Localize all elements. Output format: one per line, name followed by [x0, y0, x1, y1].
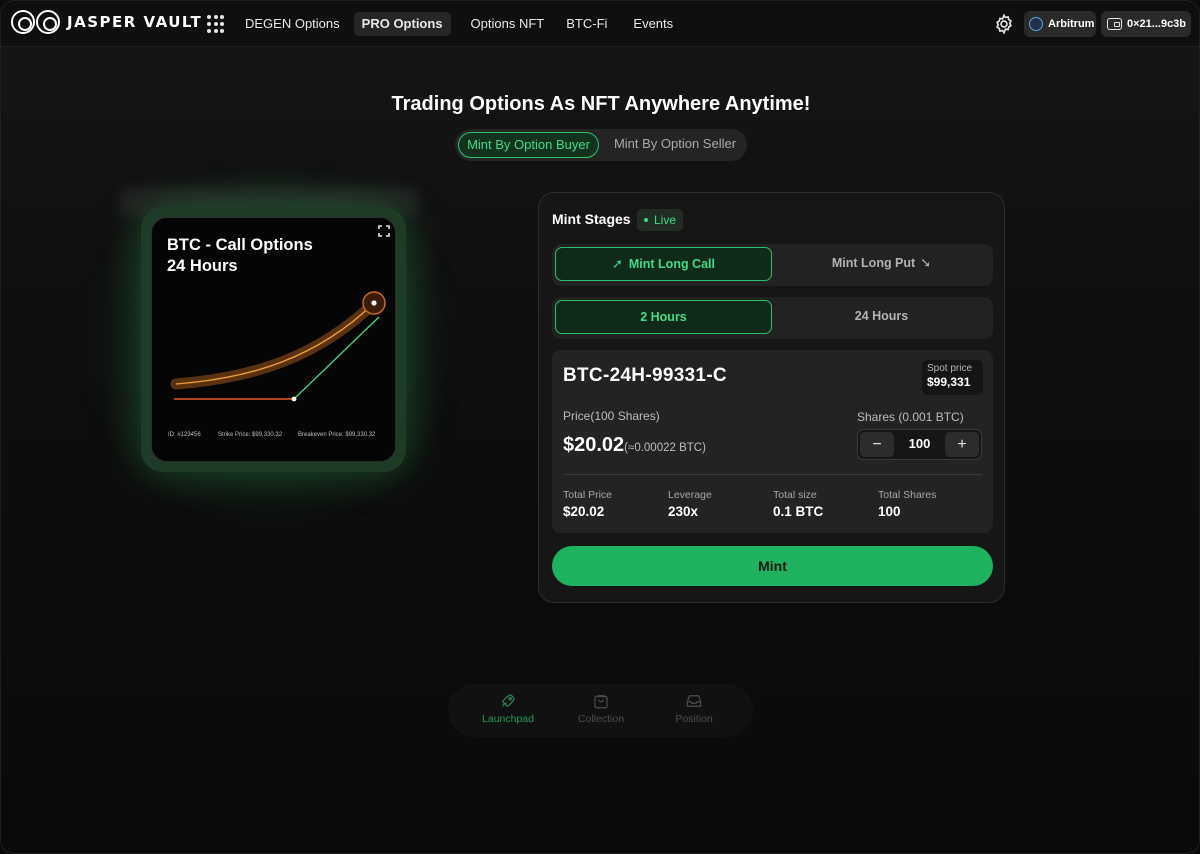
nav-btc-fi[interactable]: BTC-Fi	[558, 12, 615, 36]
decrement-button[interactable]: −	[860, 432, 894, 457]
option-nft-card: BTC - Call Options 24 Hours ID: #123456 …	[141, 207, 406, 472]
shares-stepper: − 100 +	[857, 429, 982, 460]
stat-label: Total Shares	[878, 489, 937, 501]
mint-button[interactable]: Mint	[552, 546, 993, 586]
spot-price-value: $99,331	[927, 375, 971, 389]
app-window: JASPER VAULT DEGEN Options PRO Options O…	[0, 0, 1200, 854]
stat-value: $20.02	[563, 504, 605, 519]
mint-long-put-button[interactable]: Mint Long Put ➘	[773, 247, 990, 281]
info-divider	[563, 474, 982, 475]
option-symbol: BTC-24H-99331-C	[563, 365, 727, 386]
dock-label: Launchpad	[482, 713, 534, 725]
live-badge: Live	[637, 209, 683, 231]
bottom-dock: Launchpad Collection Position	[448, 684, 753, 737]
payoff-curve	[175, 302, 375, 385]
increment-button[interactable]: +	[945, 432, 979, 457]
dock-label: Collection	[577, 713, 625, 725]
payoff-curve-glow	[170, 297, 380, 390]
strike-point	[291, 396, 297, 402]
settings-gear-icon[interactable]	[993, 13, 1015, 35]
mint-mode-switch: Mint By Option Buyer Mint By Option Sell…	[455, 129, 747, 161]
bag-icon	[594, 695, 608, 709]
stat-total-shares: Total Shares 100	[878, 489, 936, 519]
mint-long-call-label: Mint Long Call	[628, 257, 715, 271]
nft-title-line1: BTC - Call Options	[167, 236, 313, 254]
nav-degen-options[interactable]: DEGEN Options	[237, 12, 348, 36]
shares-input[interactable]: 100	[894, 436, 945, 451]
nft-id: ID: #123456	[168, 432, 201, 438]
arrow-up-icon: ➚	[611, 256, 623, 271]
price-display: $20.02(≈0.00022 BTC)	[563, 434, 706, 457]
inbox-icon	[686, 695, 702, 707]
shares-label: Shares (0.001 BTC)	[857, 410, 964, 424]
mint-long-put-label: Mint Long Put	[831, 256, 916, 270]
stat-total-size: Total size 0.1 BTC	[773, 489, 823, 519]
nav-pro-options[interactable]: PRO Options	[353, 12, 451, 36]
wallet-button[interactable]: 0×21...9c3b	[1101, 11, 1191, 37]
stat-label: Total Price	[563, 489, 613, 501]
duration-24h-button[interactable]: 24 Hours	[773, 300, 990, 334]
mint-stages-label: Mint Stages	[552, 211, 631, 227]
price-label: Price(100 Shares)	[563, 409, 660, 423]
nft-breakeven-price: Breakeven Price: $99,330.32	[298, 432, 376, 438]
mode-option-seller[interactable]: Mint By Option Seller	[605, 132, 745, 158]
brand-logo[interactable]: JASPER VAULT	[11, 10, 202, 34]
direction-toggle: ➚ Mint Long Call Mint Long Put ➘	[552, 244, 993, 286]
stat-value: 0.1 BTC	[773, 504, 824, 519]
duration-toggle: 2 Hours 24 Hours	[552, 297, 993, 339]
dock-launchpad[interactable]: Launchpad	[468, 692, 548, 725]
apps-grid-icon[interactable]	[207, 15, 224, 34]
rocket-icon	[502, 694, 515, 707]
stat-leverage: Leverage 230x	[668, 489, 712, 519]
main-nav: DEGEN Options PRO Options Options NFT BT…	[237, 12, 681, 36]
stat-label: Leverage	[668, 489, 712, 501]
stat-value: 100	[878, 504, 901, 519]
dock-position[interactable]: Position	[654, 692, 734, 725]
dock-collection[interactable]: Collection	[561, 692, 641, 725]
logo-mark-icon	[11, 10, 60, 34]
network-selector[interactable]: Arbitrum	[1024, 11, 1096, 37]
dock-label: Position	[675, 713, 713, 725]
arrow-down-icon: ➘	[920, 255, 932, 270]
duration-2h-button[interactable]: 2 Hours	[555, 300, 772, 334]
top-bar: JASPER VAULT DEGEN Options PRO Options O…	[1, 1, 1199, 47]
mint-long-call-button[interactable]: ➚ Mint Long Call	[555, 247, 772, 281]
nft-card-title: BTC - Call Options 24 Hours	[167, 235, 313, 277]
brand-name: JASPER VAULT	[67, 13, 203, 31]
network-name: Arbitrum	[1048, 18, 1095, 30]
mode-option-buyer[interactable]: Mint By Option Buyer	[458, 132, 599, 158]
nft-strike-price: Strike Price: $99,330.32	[218, 432, 283, 438]
spot-price-label: Spot price	[927, 363, 973, 374]
stat-value: 230x	[668, 504, 699, 519]
nav-options-nft[interactable]: Options NFT	[463, 12, 553, 36]
stat-label: Total size	[773, 489, 817, 501]
nft-card-face: BTC - Call Options 24 Hours ID: #123456 …	[151, 217, 396, 462]
option-info-box: BTC-24H-99331-C Spot price $99,331 Price…	[552, 350, 993, 533]
price-btc: (≈0.00022 BTC)	[624, 442, 706, 454]
expand-icon[interactable]	[378, 225, 390, 237]
wallet-address: 0×21...9c3b	[1127, 18, 1187, 30]
price-value: $20.02	[563, 434, 625, 456]
spot-price-badge: Spot price $99,331	[922, 360, 983, 395]
nav-events[interactable]: Events	[625, 12, 681, 36]
arbitrum-icon	[1029, 17, 1043, 31]
spot-point	[371, 300, 377, 306]
mint-panel: Mint Stages Live ➚ Mint Long Call Mint Lo…	[538, 192, 1005, 603]
page-headline: Trading Options As NFT Anywhere Anytime!	[391, 93, 811, 115]
stat-total-price: Total Price $20.02	[563, 489, 612, 519]
nft-title-line2: 24 Hours	[167, 257, 238, 275]
wallet-icon	[1107, 18, 1122, 30]
